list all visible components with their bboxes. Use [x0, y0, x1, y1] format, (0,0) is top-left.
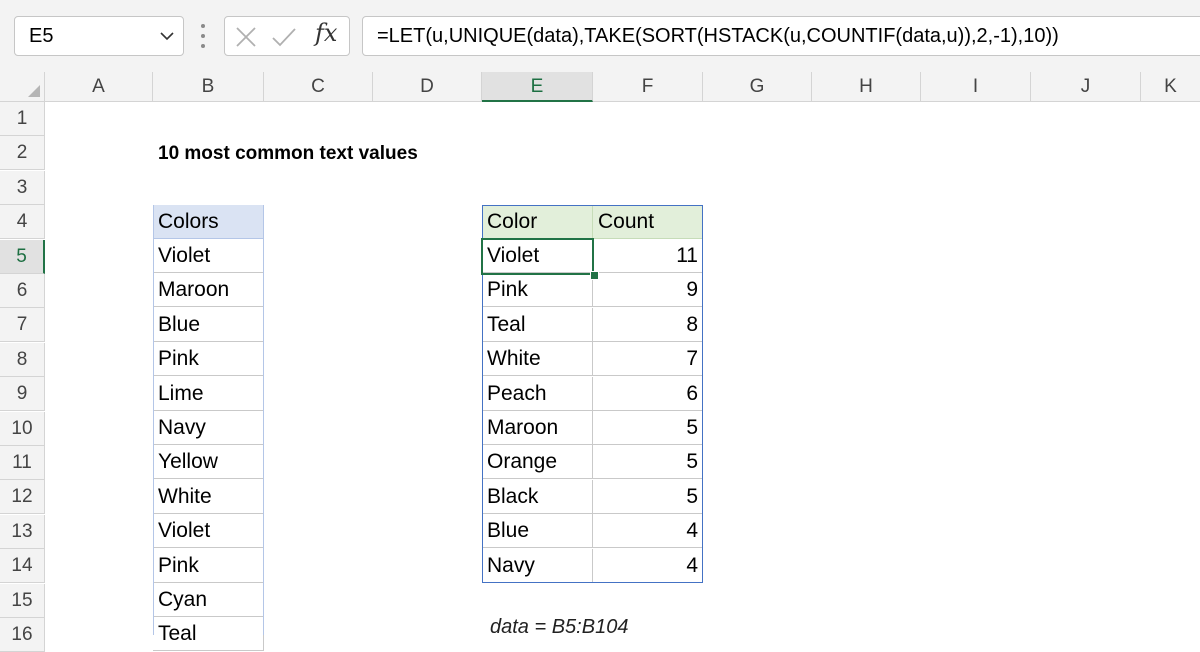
row-header-12[interactable]: 12 — [0, 480, 45, 515]
colors-cell[interactable]: Blue — [153, 307, 264, 342]
result-color-cell[interactable]: White — [482, 342, 593, 377]
row-header-2[interactable]: 2 — [0, 136, 45, 171]
result-count-cell[interactable]: 8 — [593, 307, 703, 342]
select-all-corner[interactable] — [0, 72, 45, 102]
colors-cell[interactable]: Yellow — [153, 445, 264, 480]
column-header-a[interactable]: A — [45, 72, 153, 102]
formula-input[interactable]: =LET(u,UNIQUE(data),TAKE(SORT(HSTACK(u,C… — [362, 16, 1200, 56]
result-count-cell[interactable]: 11 — [593, 239, 703, 273]
result-count-cell[interactable]: 7 — [593, 342, 703, 377]
column-header-g[interactable]: G — [703, 72, 812, 102]
column-header-e[interactable]: E — [482, 72, 593, 102]
column-header-c[interactable]: C — [264, 72, 373, 102]
colors-cell[interactable]: Maroon — [153, 273, 264, 308]
colors-cell[interactable]: Navy — [153, 411, 264, 445]
result-color-cell[interactable]: Black — [482, 479, 593, 514]
colors-cell[interactable]: Violet — [153, 514, 264, 549]
result-header-color[interactable]: Color — [482, 205, 593, 239]
row-header-6[interactable]: 6 — [0, 274, 45, 308]
column-header-d[interactable]: D — [373, 72, 482, 102]
row-header-9[interactable]: 9 — [0, 377, 45, 412]
row-header-4[interactable]: 4 — [0, 205, 45, 240]
result-count-cell[interactable]: 4 — [593, 548, 703, 583]
name-box-value: E5 — [29, 25, 54, 47]
result-color-cell[interactable]: Pink — [482, 273, 593, 308]
row-header-8[interactable]: 8 — [0, 342, 45, 377]
chevron-down-icon[interactable] — [159, 29, 175, 43]
colors-cell[interactable]: Violet — [153, 239, 264, 273]
row-header-3[interactable]: 3 — [0, 170, 45, 205]
row-header-10[interactable]: 10 — [0, 411, 45, 446]
colors-cell[interactable]: Teal — [153, 617, 264, 652]
sheet-title[interactable]: 10 most common text values — [158, 137, 418, 171]
colors-cell[interactable]: Cyan — [153, 583, 264, 617]
formula-text: =LET(u,UNIQUE(data),TAKE(SORT(HSTACK(u,C… — [377, 25, 1059, 47]
row-header-16[interactable]: 16 — [0, 618, 45, 652]
row-header-13[interactable]: 13 — [0, 514, 45, 549]
name-box[interactable]: E5 — [14, 16, 184, 56]
row-header-11[interactable]: 11 — [0, 446, 45, 480]
formula-bar-resize-handle[interactable] — [196, 18, 210, 54]
result-color-cell[interactable]: Maroon — [482, 411, 593, 445]
column-header-i[interactable]: I — [921, 72, 1031, 102]
colors-cell[interactable]: Pink — [153, 342, 264, 377]
result-color-cell[interactable]: Violet — [482, 239, 593, 273]
row-header-7[interactable]: 7 — [0, 308, 45, 343]
formula-bar: E5 fx =LET(u,UNIQUE(data),TAKE(SORT(HSTA… — [0, 0, 1200, 73]
row-header-1[interactable]: 1 — [0, 102, 45, 136]
colors-cell[interactable]: Lime — [153, 376, 264, 411]
formula-buttons: fx — [224, 16, 350, 56]
row-header-14[interactable]: 14 — [0, 549, 45, 584]
fill-handle[interactable] — [590, 271, 599, 280]
column-header-f[interactable]: F — [593, 72, 703, 102]
enter-check-icon[interactable] — [271, 26, 297, 48]
result-header-count[interactable]: Count — [593, 205, 703, 239]
result-color-cell[interactable]: Navy — [482, 548, 593, 583]
result-color-cell[interactable]: Orange — [482, 445, 593, 480]
column-header-h[interactable]: H — [812, 72, 921, 102]
colors-header[interactable]: Colors — [153, 205, 264, 239]
cancel-icon[interactable] — [235, 26, 257, 48]
result-count-cell[interactable]: 9 — [593, 273, 703, 308]
result-count-cell[interactable]: 4 — [593, 514, 703, 549]
column-header-j[interactable]: J — [1031, 72, 1141, 102]
colors-cell[interactable]: White — [153, 479, 264, 514]
result-color-cell[interactable]: Teal — [482, 307, 593, 342]
row-header-15[interactable]: 15 — [0, 583, 45, 618]
result-color-cell[interactable]: Blue — [482, 514, 593, 549]
row-header-5[interactable]: 5 — [0, 239, 45, 274]
named-range-note[interactable]: data = B5:B104 — [490, 616, 628, 639]
column-header-k[interactable]: K — [1141, 72, 1200, 102]
result-count-cell[interactable]: 5 — [593, 479, 703, 514]
column-header-b[interactable]: B — [153, 72, 264, 102]
result-count-cell[interactable]: 5 — [593, 445, 703, 480]
colors-cell[interactable]: Pink — [153, 548, 264, 583]
result-count-cell[interactable]: 6 — [593, 376, 703, 411]
insert-function-icon[interactable]: fx — [315, 19, 337, 47]
result-color-cell[interactable]: Peach — [482, 376, 593, 411]
result-count-cell[interactable]: 5 — [593, 411, 703, 445]
